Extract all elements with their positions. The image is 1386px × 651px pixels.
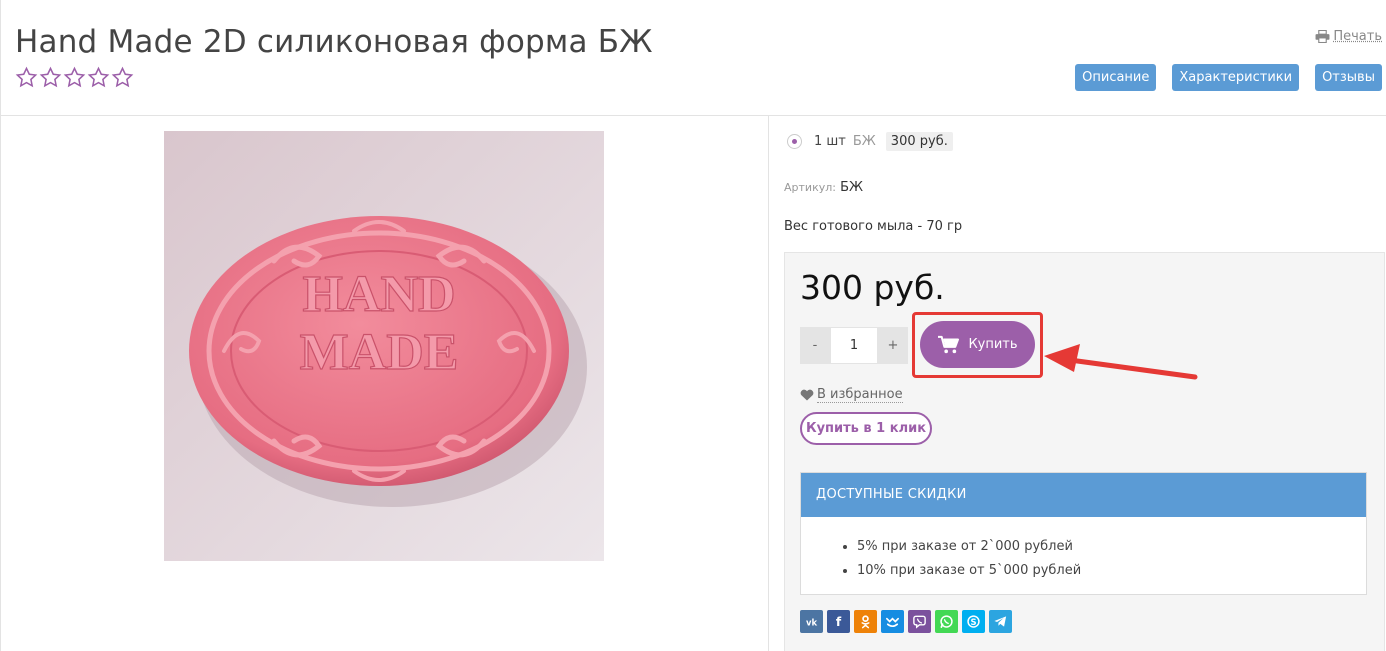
svg-text:f: f [836,615,842,629]
vk-icon[interactable]: vk [800,610,823,633]
cart-icon [938,335,960,353]
qty-input[interactable]: 1 [830,327,878,364]
odnoklassniki-icon[interactable] [854,610,877,633]
variant-quantity: 1 шт [814,134,846,149]
tab-reviews[interactable]: Отзывы [1315,64,1382,91]
star-icon[interactable] [63,66,86,89]
qty-minus-button[interactable]: - [800,327,830,364]
discounts-panel: ДОСТУПНЫЕ СКИДКИ 5% при заказе от 2`000 … [800,472,1367,595]
heart-icon [800,389,814,401]
left-border [0,0,1,651]
print-link[interactable]: Печать [1315,29,1382,44]
tab-description[interactable]: Описание [1075,64,1157,91]
viber-icon[interactable] [908,610,931,633]
star-icon[interactable] [87,66,110,89]
page-title: Hand Made 2D силиконовая форма БЖ [15,24,653,60]
buy-label: Купить [968,337,1018,352]
star-icon[interactable] [39,66,62,89]
discounts-list: 5% при заказе от 2`000 рублей 10% при за… [801,535,1366,583]
favorite-label: В избранное [817,387,903,403]
printer-icon [1315,30,1330,43]
discount-item: 10% при заказе от 5`000 рублей [857,559,1366,583]
sku-line: Артикул: БЖ [784,180,863,195]
whatsapp-icon[interactable] [935,610,958,633]
variant-price: 300 руб. [885,132,953,151]
header-divider [0,115,1386,116]
print-label: Печать [1333,29,1382,44]
product-tabs: Описание Характеристики Отзывы [1075,64,1382,91]
discount-item: 5% при заказе от 2`000 рублей [857,535,1366,559]
svg-text:vk: vk [806,617,817,627]
sku-value: БЖ [840,180,864,195]
quantity-stepper: - 1 + [800,327,908,364]
column-divider [768,116,769,651]
qty-plus-button[interactable]: + [878,327,908,364]
annotation-arrow [1044,344,1198,380]
variant-radio[interactable] [787,134,802,149]
facebook-icon[interactable]: f [827,610,850,633]
sku-label: Артикул: [784,181,836,194]
product-image[interactable]: HAND MADE [164,131,604,561]
buy-button[interactable]: Купить [920,321,1035,368]
product-price: 300 руб. [800,268,945,307]
favorite-link[interactable]: В избранное [800,387,903,403]
one-click-buy-button[interactable]: Купить в 1 клик [800,412,932,445]
skype-icon[interactable]: S [962,610,985,633]
star-icon[interactable] [15,66,38,89]
tab-characteristics[interactable]: Характеристики [1172,64,1300,91]
svg-text:S: S [970,617,976,627]
moimir-icon[interactable] [881,610,904,633]
variant-unit: БЖ [852,134,876,149]
star-icon[interactable] [111,66,134,89]
telegram-icon[interactable] [989,610,1012,633]
image-text-hand: HAND [302,266,455,323]
image-text-made: MADE [300,324,459,381]
discounts-title: ДОСТУПНЫЕ СКИДКИ [801,473,1366,517]
rating-stars[interactable] [15,66,134,89]
variant-option[interactable]: 1 шт БЖ 300 руб. [787,132,953,151]
weight-text: Вес готового мыла - 70 гр [784,219,963,234]
social-share: vk f S [800,610,1012,633]
